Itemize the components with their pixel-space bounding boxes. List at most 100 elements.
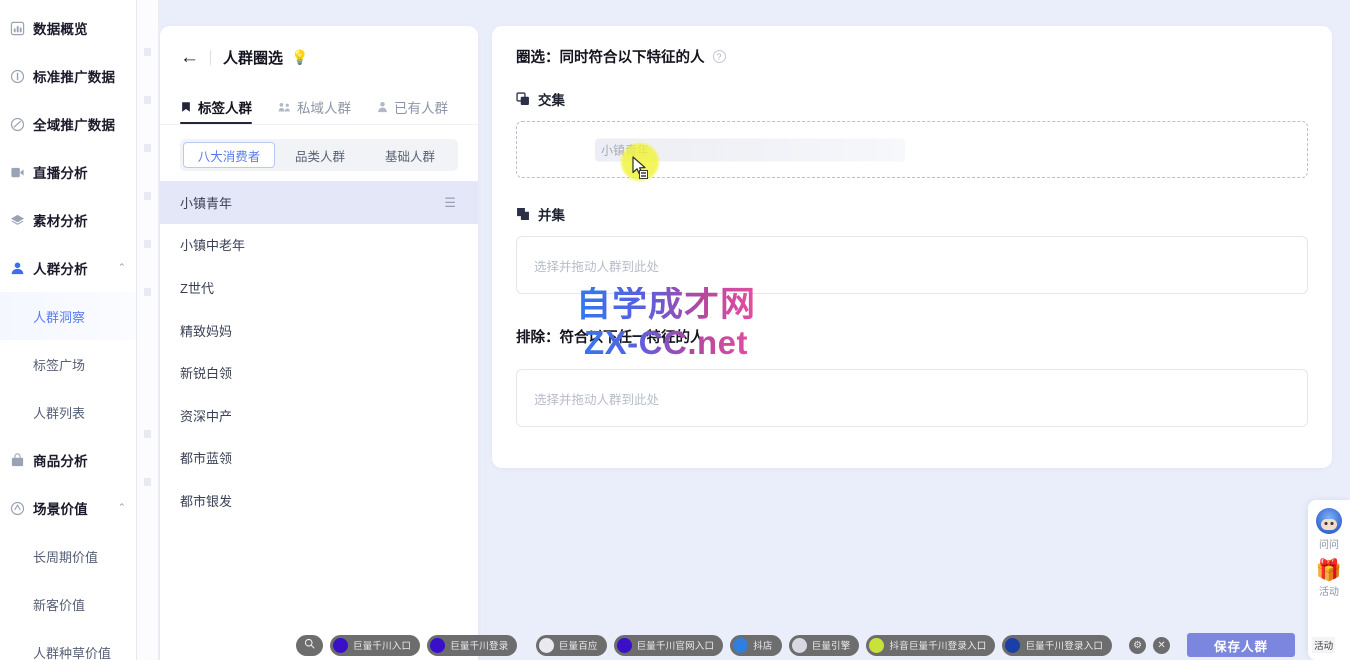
- rail-dot: [144, 288, 151, 296]
- list-item[interactable]: 小镇中老年: [160, 224, 478, 267]
- sidebar-item-label: 商品分析: [33, 454, 88, 469]
- bookmark-label: 巨量千川官网入口: [636, 641, 715, 652]
- crowd-selection-panel: ← 人群圈选 💡 标签人群 私域人群 已有人群 八大消费者 品类人群 基础人群 …: [160, 26, 478, 660]
- exclude-title-text: 排除：符合以下任一特征的人: [516, 330, 705, 346]
- sidebar-item-standard-promo[interactable]: 标准推广数据: [0, 52, 136, 100]
- dragged-crowd-chip[interactable]: 小镇青年: [595, 138, 905, 161]
- bookmark-pill[interactable]: 巨量千川登录入口: [1002, 634, 1113, 656]
- selection-config-panel: 圈选：同时符合以下特征的人 ? 交集 小镇青年 并集 选择并拖动人群到此处 排除…: [492, 26, 1332, 468]
- union-drop-zone[interactable]: 选择并拖动人群到此处: [516, 236, 1308, 294]
- tab-label: 私域人群: [297, 101, 351, 116]
- sidebar-item-label: 长周期价值: [33, 549, 99, 565]
- sidebar-item-label: 标签广场: [33, 357, 86, 373]
- search-button[interactable]: [296, 634, 323, 656]
- crowd-item-label: 都市蓝领: [180, 451, 233, 467]
- chevron-up-icon[interactable]: ⌃: [118, 263, 126, 274]
- favicon-icon: [538, 637, 554, 653]
- bookmark-pill[interactable]: 抖音巨量千川登录入口: [866, 634, 996, 656]
- list-item[interactable]: 资深中产: [160, 394, 478, 437]
- bookmark-pill[interactable]: 巨量千川入口: [330, 634, 421, 656]
- bookmark-pill[interactable]: 巨量千川登录: [427, 634, 518, 656]
- sidebar-item-label: 全域推广数据: [33, 118, 116, 133]
- list-item[interactable]: 都市蓝领: [160, 437, 478, 480]
- segment-category-crowd[interactable]: 品类人群: [275, 142, 365, 168]
- side-widget-activity[interactable]: 🎁 活动: [1316, 560, 1342, 598]
- sidebar-item-data-overview[interactable]: 数据概览: [0, 4, 136, 52]
- sidebar-item-material-analysis[interactable]: 素材分析: [0, 196, 136, 244]
- sidebar-item-tag-square[interactable]: 标签广场: [0, 340, 136, 388]
- list-item[interactable]: 精致妈妈: [160, 309, 478, 352]
- bookmark-pill[interactable]: 巨量百应: [535, 634, 607, 656]
- settings-icon[interactable]: ⚙: [1129, 636, 1147, 654]
- segment-eight-consumers[interactable]: 八大消费者: [183, 142, 275, 168]
- rail-dot: [144, 144, 151, 152]
- private-domain-icon: [278, 101, 291, 113]
- segment-label: 品类人群: [294, 149, 345, 164]
- help-icon[interactable]: ?: [712, 50, 726, 63]
- side-widget-ask[interactable]: 问问: [1316, 508, 1342, 551]
- sidebar-item-label: 人群列表: [33, 405, 86, 421]
- standard-promo-icon: [8, 67, 26, 85]
- scene-value-icon: [8, 499, 26, 517]
- segment-label: 八大消费者: [197, 149, 261, 164]
- app-root: 数据概览 标准推广数据 全域推广数据 直播分析 素材分析 人群分析 ⌃ 人群洞察…: [0, 0, 1350, 660]
- side-widget-label: 问问: [1319, 540, 1339, 551]
- collapsed-nav-rail[interactable]: [137, 0, 159, 660]
- bookmark-pill[interactable]: 抖店: [730, 634, 782, 656]
- sidebar-item-global-promo[interactable]: 全域推广数据: [0, 100, 136, 148]
- union-label: 并集: [516, 204, 1308, 224]
- union-placeholder: 选择并拖动人群到此处: [534, 259, 660, 274]
- tab-existing-crowd[interactable]: 已有人群: [377, 97, 448, 124]
- tab-tag-crowd[interactable]: 标签人群: [180, 97, 252, 124]
- drag-handle-icon[interactable]: ☰: [444, 196, 456, 209]
- segment-basic-crowd[interactable]: 基础人群: [365, 142, 455, 168]
- sidebar-item-live-analysis[interactable]: 直播分析: [0, 148, 136, 196]
- crowd-item-label: 新锐白领: [180, 366, 233, 382]
- include-section-title: 圈选：同时符合以下特征的人 ?: [516, 46, 1308, 67]
- segment-label: 基础人群: [384, 149, 435, 164]
- exclude-drop-zone[interactable]: 选择并拖动人群到此处: [516, 369, 1308, 427]
- save-crowd-button[interactable]: 保存人群: [1187, 633, 1296, 657]
- sidebar-item-label: 数据概览: [33, 22, 88, 37]
- sidebar-item-label: 新客价值: [33, 597, 86, 613]
- sidebar-item-new-customer-value[interactable]: 新客价值: [0, 580, 136, 628]
- rail-dot: [144, 430, 151, 438]
- list-item[interactable]: Z世代: [160, 266, 478, 309]
- robot-avatar-icon: [1316, 508, 1342, 534]
- lightbulb-icon[interactable]: 💡: [291, 49, 308, 66]
- exclude-placeholder: 选择并拖动人群到此处: [534, 392, 660, 407]
- rail-dot: [144, 240, 151, 248]
- tab-label: 标签人群: [198, 101, 252, 116]
- crowd-user-icon: [8, 259, 26, 277]
- rail-dot: [144, 192, 151, 200]
- bookmark-pill[interactable]: 巨量千川官网入口: [613, 634, 724, 656]
- dragged-chip-label: 小镇青年: [601, 143, 650, 157]
- chevron-up-icon[interactable]: ⌃: [118, 503, 126, 514]
- sidebar-item-long-cycle-value[interactable]: 长周期价值: [0, 532, 136, 580]
- crowd-item-label: 小镇青年: [180, 195, 233, 211]
- sidebar-item-crowd-insight[interactable]: 人群洞察: [0, 292, 136, 340]
- bookmark-label: 抖音巨量千川登录入口: [889, 641, 987, 652]
- rail-dot: [144, 478, 151, 486]
- sidebar-item-crowd-analysis[interactable]: 人群分析 ⌃: [0, 244, 136, 292]
- sidebar-item-label: 人群洞察: [33, 309, 86, 325]
- close-icon[interactable]: ✕: [1153, 636, 1171, 654]
- global-promo-icon: [8, 115, 26, 133]
- goods-icon: [8, 451, 26, 469]
- crowd-list: 小镇青年 ☰ 小镇中老年 Z世代 精致妈妈 新锐白领 资深中产 都市蓝领 都市银…: [160, 181, 478, 522]
- favicon-icon: [333, 637, 348, 653]
- sidebar-item-scene-value[interactable]: 场景价值 ⌃: [0, 484, 136, 532]
- bookmark-pill[interactable]: 巨量引擎: [788, 634, 860, 656]
- sidebar-item-crowd-list[interactable]: 人群列表: [0, 388, 136, 436]
- list-item[interactable]: 都市银发: [160, 479, 478, 522]
- intersection-label: 交集: [516, 89, 1308, 109]
- tab-private-domain-crowd[interactable]: 私域人群: [278, 97, 351, 124]
- favicon-icon: [733, 637, 749, 653]
- list-item[interactable]: 新锐白领: [160, 351, 478, 394]
- intersection-drop-zone[interactable]: 小镇青年: [516, 121, 1308, 178]
- list-item[interactable]: 小镇青年 ☰: [160, 181, 478, 224]
- sidebar-item-goods-analysis[interactable]: 商品分析: [0, 436, 136, 484]
- bookmark-label: 巨量千川登录: [450, 641, 509, 652]
- back-arrow-icon[interactable]: ←: [180, 48, 199, 67]
- segmented-control: 八大消费者 品类人群 基础人群: [180, 139, 458, 171]
